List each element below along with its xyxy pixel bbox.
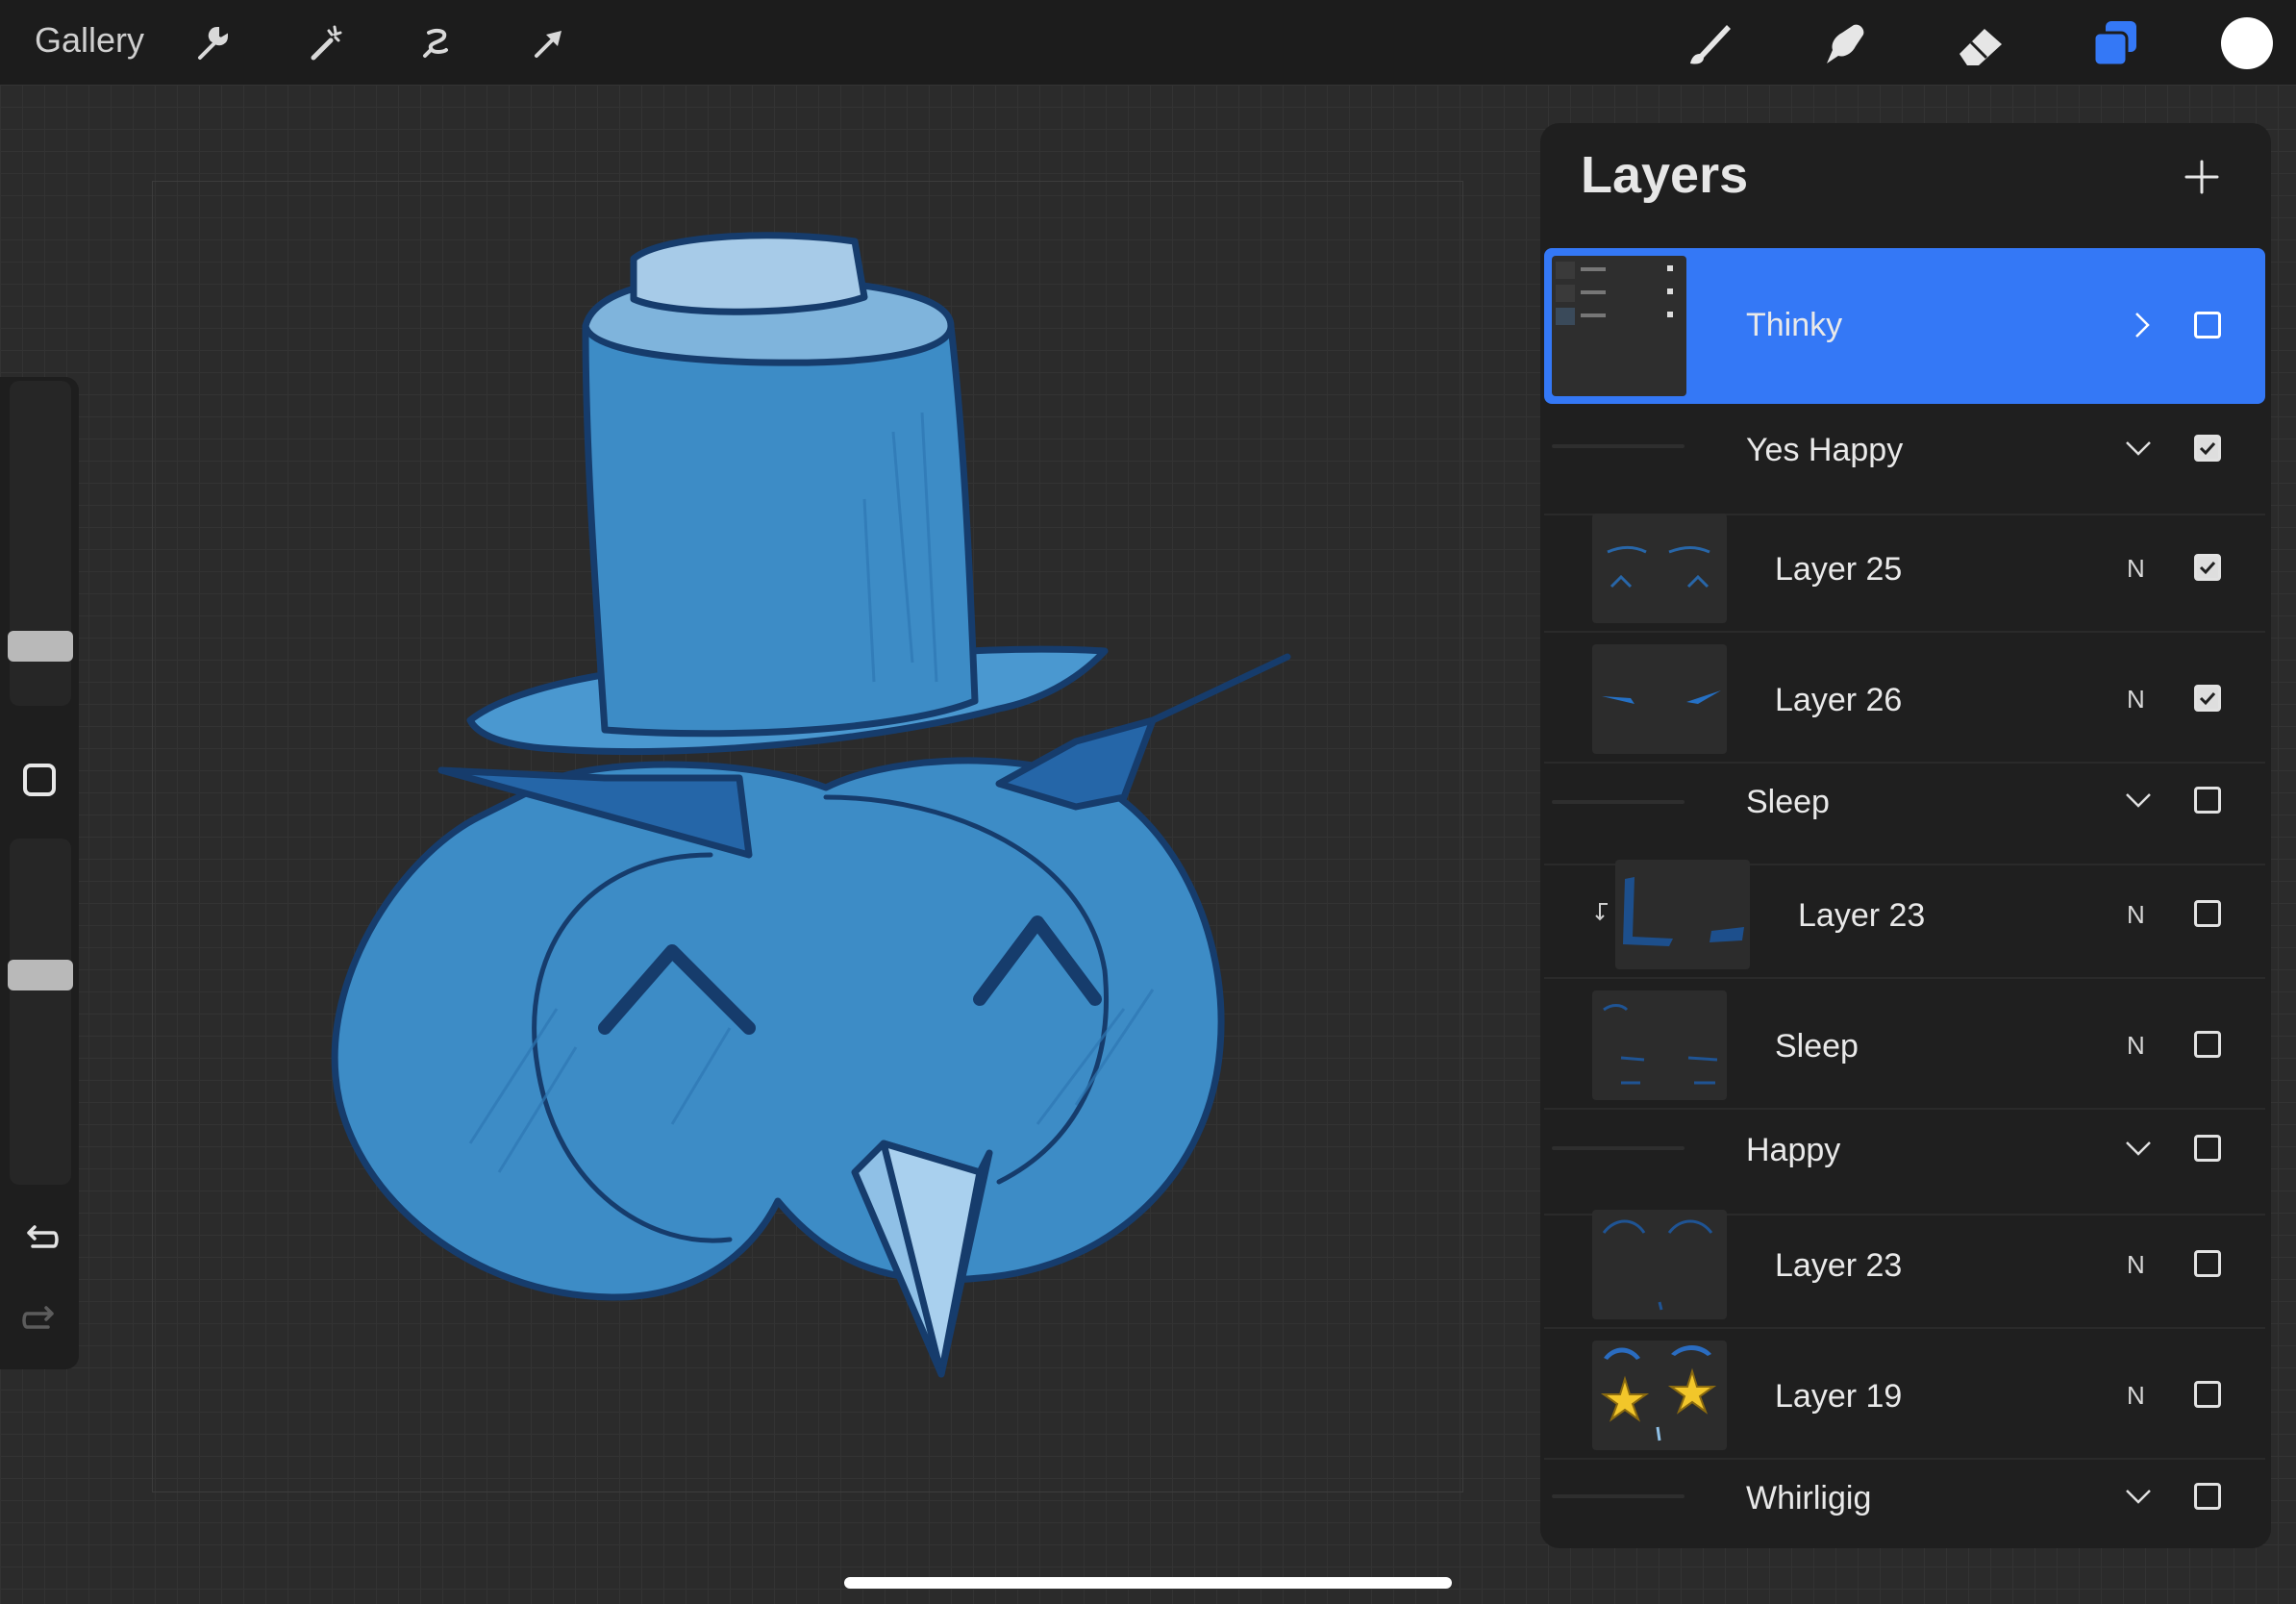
group-divider <box>1552 800 1685 804</box>
chevron-down-icon[interactable] <box>2121 1131 2156 1165</box>
visibility-checkbox[interactable] <box>2194 312 2221 338</box>
layer-row-layer-26[interactable]: Layer 26 N <box>1544 631 2265 764</box>
modify-square-icon[interactable] <box>23 764 56 796</box>
panel-title: Layers <box>1581 146 1749 204</box>
left-sidebar <box>0 377 79 1369</box>
blend-mode-button[interactable]: N <box>2127 1381 2145 1410</box>
layer-name: Thinky <box>1746 307 1843 343</box>
layer-name: Layer 19 <box>1775 1378 1903 1415</box>
brush-size-handle[interactable] <box>8 631 73 662</box>
visibility-checkbox[interactable] <box>2194 435 2221 462</box>
visibility-checkbox[interactable] <box>2194 900 2221 927</box>
chevron-down-icon[interactable] <box>2121 1479 2156 1514</box>
layer-row-layer-23-clipped[interactable]: Layer 23 N <box>1544 846 2265 979</box>
brush-size-slider[interactable] <box>8 381 73 706</box>
chevron-down-icon[interactable] <box>2121 783 2156 817</box>
group-name: Sleep <box>1746 784 1830 820</box>
layer-thumbnail <box>1552 256 1686 396</box>
undo-icon[interactable] <box>19 1217 62 1260</box>
wrench-icon[interactable] <box>192 21 237 65</box>
blend-mode-button[interactable]: N <box>2127 900 2145 929</box>
blend-mode-button[interactable]: N <box>2127 1250 2145 1279</box>
layer-thumbnail <box>1592 1341 1727 1450</box>
artboard[interactable] <box>152 181 1463 1492</box>
visibility-checkbox[interactable] <box>2194 685 2221 712</box>
blend-mode-button[interactable]: N <box>2127 1031 2145 1060</box>
layer-thumbnail <box>1615 860 1750 969</box>
layer-row-sleep[interactable]: Sleep N <box>1544 977 2265 1110</box>
visibility-checkbox[interactable] <box>2194 1031 2221 1058</box>
layer-name: Layer 23 <box>1775 1247 1903 1284</box>
layer-row-layer-25[interactable]: Layer 25 N <box>1544 500 2265 633</box>
layer-name: Layer 26 <box>1775 682 1903 718</box>
layer-name: Sleep <box>1775 1028 1859 1065</box>
home-indicator[interactable] <box>844 1577 1452 1589</box>
layer-name: Layer 25 <box>1775 551 1903 588</box>
magic-wand-icon[interactable] <box>304 21 348 65</box>
group-divider <box>1552 1146 1685 1150</box>
eraser-icon[interactable] <box>1952 15 2009 73</box>
visibility-checkbox[interactable] <box>2194 787 2221 814</box>
visibility-checkbox[interactable] <box>2194 1483 2221 1510</box>
visibility-checkbox[interactable] <box>2194 1381 2221 1408</box>
chevron-right-icon[interactable] <box>2125 308 2159 342</box>
owl-illustration <box>331 232 1291 1378</box>
gallery-button[interactable]: Gallery <box>35 19 144 62</box>
smudge-icon[interactable] <box>1815 15 1873 73</box>
layer-group-whirligig[interactable]: Whirligig <box>1544 1458 2265 1544</box>
layers-icon[interactable] <box>2086 15 2144 73</box>
opacity-slider[interactable] <box>8 839 73 1185</box>
layer-thumbnail <box>1592 644 1727 754</box>
redo-icon[interactable] <box>19 1298 62 1341</box>
brush-icon[interactable] <box>1681 15 1738 73</box>
blend-mode-button[interactable]: N <box>2127 554 2145 583</box>
plus-icon[interactable] <box>2181 156 2223 198</box>
visibility-checkbox[interactable] <box>2194 1250 2221 1277</box>
group-name: Happy <box>1746 1132 1841 1168</box>
selection-icon[interactable] <box>415 21 460 65</box>
visibility-checkbox[interactable] <box>2194 554 2221 581</box>
color-picker-well[interactable] <box>2221 17 2273 69</box>
blend-mode-button[interactable]: N <box>2127 685 2145 714</box>
layer-row-layer-19[interactable]: Layer 19 N <box>1544 1327 2265 1460</box>
layer-row-layer-23[interactable]: Layer 23 N <box>1544 1196 2265 1329</box>
group-divider <box>1552 444 1685 448</box>
layer-name: Layer 23 <box>1798 897 1926 934</box>
group-name: Whirligig <box>1746 1480 1872 1516</box>
top-toolbar: Gallery <box>0 0 2296 85</box>
clipping-mask-arrow-icon <box>1594 900 1615 923</box>
opacity-handle[interactable] <box>8 960 73 990</box>
group-name: Yes Happy <box>1746 432 1904 468</box>
chevron-down-icon[interactable] <box>2121 431 2156 465</box>
layers-panel: Layers Thinky Yes Happy Layer 25 N Layer… <box>1540 123 2271 1548</box>
group-divider <box>1552 1494 1685 1498</box>
transform-arrow-icon[interactable] <box>527 21 571 65</box>
layer-thumbnail <box>1592 514 1727 623</box>
layer-thumbnail <box>1592 990 1727 1100</box>
visibility-checkbox[interactable] <box>2194 1135 2221 1162</box>
layer-row-thinky[interactable]: Thinky <box>1544 248 2265 404</box>
layer-thumbnail <box>1592 1210 1727 1319</box>
